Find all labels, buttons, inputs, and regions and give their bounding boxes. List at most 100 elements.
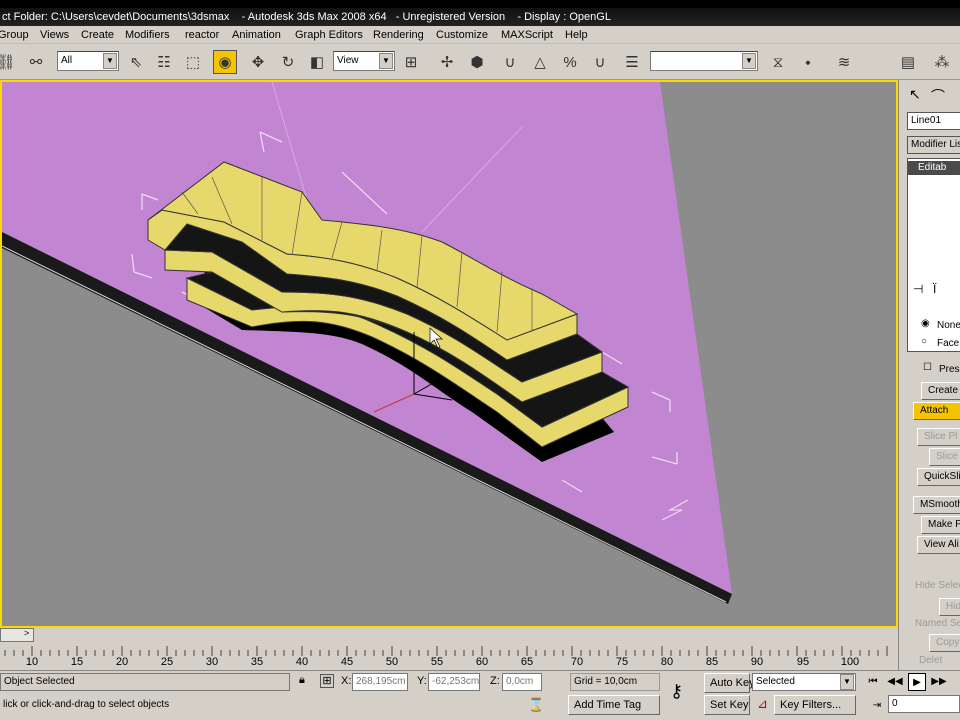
pivot-center-icon[interactable]: ⊞ bbox=[399, 50, 423, 74]
tick-label: 60 bbox=[475, 656, 489, 668]
rectangular-selection-icon[interactable]: ⬚ bbox=[181, 50, 205, 74]
copy-button[interactable]: Copy bbox=[929, 634, 960, 652]
curve-editor-icon[interactable]: ▤ bbox=[896, 50, 920, 74]
goto-start-icon[interactable]: ⏮ bbox=[864, 673, 882, 691]
menu-rendering[interactable]: Rendering bbox=[373, 28, 424, 42]
viewport-scene bbox=[2, 82, 732, 604]
select-manipulate-icon[interactable]: ✢ bbox=[435, 50, 459, 74]
attach-button[interactable]: Attach bbox=[913, 402, 960, 420]
set-key-button[interactable]: Set Key bbox=[704, 695, 750, 715]
main-toolbar: ⛓ ⚯ All ▼ ⇖ ☷ ⬚ ◉ ✥ ↻ ◧ View ▼ ⊞ ✢ ⬢ ∪ △… bbox=[0, 44, 960, 80]
quickslice-button[interactable]: QuickSli bbox=[917, 468, 960, 486]
slice-button[interactable]: Slice bbox=[929, 448, 960, 466]
angle-snap-icon[interactable]: △ bbox=[528, 50, 552, 74]
hide-button[interactable]: Hid bbox=[939, 598, 960, 616]
x-coordinate-field[interactable]: 268,195cm bbox=[352, 673, 408, 691]
link-icon[interactable]: ⛓ bbox=[0, 50, 18, 74]
command-panel: ↖ ⌒ Line01 Modifier Lis Editab ⊣ Ϊ ◉ Non… bbox=[898, 80, 960, 670]
current-frame-field[interactable]: 0 bbox=[888, 695, 960, 713]
menu-customize[interactable]: Customize bbox=[436, 28, 488, 42]
auto-key-button[interactable]: Auto Key bbox=[704, 673, 755, 693]
stack-item-editable-poly[interactable]: Editab bbox=[908, 161, 960, 175]
select-and-rotate-icon[interactable]: ↻ bbox=[276, 50, 300, 74]
track-bar[interactable]: 10 15 20 25 30 35 40 45 50 55 60 65 70 7… bbox=[0, 644, 898, 670]
lock-selection-icon[interactable]: 🔒︎ bbox=[299, 674, 305, 687]
material-editor-icon[interactable]: ⁂ bbox=[930, 50, 954, 74]
z-coordinate-field[interactable]: 0,0cm bbox=[502, 673, 542, 691]
key-mode-icon[interactable]: ⇥ bbox=[868, 697, 886, 715]
x-label: X: bbox=[341, 675, 352, 687]
reference-coordinate-dropdown[interactable]: View ▼ bbox=[333, 51, 395, 71]
select-by-name-icon[interactable]: ☷ bbox=[152, 50, 176, 74]
radio-face-icon[interactable]: ○ bbox=[921, 336, 927, 347]
create-tab-icon[interactable]: ↖ bbox=[909, 86, 921, 103]
hide-selected-label[interactable]: Hide Selec bbox=[915, 580, 960, 591]
chevron-down-icon: ▼ bbox=[840, 674, 854, 690]
key-mode-dropdown[interactable]: Selected ▼ bbox=[752, 673, 856, 691]
key-mode-toggle-icon[interactable]: ⊿ bbox=[757, 696, 768, 712]
tick-label: 20 bbox=[115, 656, 129, 668]
create-button[interactable]: Create bbox=[921, 382, 960, 400]
modify-tab-icon[interactable]: ⌒ bbox=[931, 86, 945, 106]
keyboard-shortcut-override-icon[interactable]: ⬢ bbox=[465, 50, 489, 74]
show-end-result-icon[interactable]: Ϊ bbox=[933, 282, 936, 296]
menu-views[interactable]: Views bbox=[40, 28, 69, 42]
select-object-icon[interactable]: ⇖ bbox=[124, 50, 148, 74]
percent-snap-icon[interactable]: % bbox=[558, 50, 582, 74]
y-label: Y: bbox=[417, 675, 427, 687]
radio-none-icon[interactable]: ◉ bbox=[921, 318, 930, 329]
y-coordinate-field[interactable]: -62,253cm bbox=[428, 673, 480, 691]
menu-help[interactable]: Help bbox=[565, 28, 588, 42]
make-planar-button[interactable]: Make Pl bbox=[921, 516, 960, 534]
key-icon[interactable]: ⚷ bbox=[670, 681, 683, 702]
selection-filter-dropdown[interactable]: All ▼ bbox=[57, 51, 119, 71]
named-selection-dropdown[interactable]: ▼ bbox=[650, 51, 758, 71]
previous-frame-icon[interactable]: ◀︎◀︎ bbox=[886, 673, 904, 691]
add-time-tag-button[interactable]: Add Time Tag bbox=[568, 695, 660, 715]
menu-graph-editors[interactable]: Graph Editors bbox=[295, 28, 363, 42]
tick-label: 35 bbox=[250, 656, 264, 668]
time-tag-icon[interactable]: ⌛ bbox=[528, 697, 544, 713]
object-name-field[interactable]: Line01 bbox=[907, 112, 960, 130]
snaps-toggle-icon[interactable]: ∪ bbox=[498, 50, 522, 74]
window-crossing-icon[interactable]: ◉ bbox=[213, 50, 237, 74]
grid-spacing: Grid = 10,0cm bbox=[570, 673, 660, 691]
play-icon[interactable]: ▶︎ bbox=[908, 673, 926, 691]
select-and-move-icon[interactable]: ✥ bbox=[246, 50, 270, 74]
next-frame-icon[interactable]: ▶︎▶︎ bbox=[930, 673, 948, 691]
align-icon[interactable]: ⬩ bbox=[796, 50, 820, 74]
radio-none-label: None bbox=[937, 320, 960, 331]
layer-manager-icon[interactable]: ≋ bbox=[832, 50, 856, 74]
menu-reactor[interactable]: reactor bbox=[185, 28, 219, 42]
select-and-scale-icon[interactable]: ◧ bbox=[305, 50, 329, 74]
menu-maxscript[interactable]: MAXScript bbox=[501, 28, 553, 42]
menu-animation[interactable]: Animation bbox=[232, 28, 281, 42]
key-filters-button[interactable]: Key Filters... bbox=[774, 695, 856, 715]
tick-label: 25 bbox=[160, 656, 174, 668]
tick-label: 40 bbox=[295, 656, 309, 668]
title-bar: ct Folder: C:\Users\cevdet\Documents\3ds… bbox=[0, 0, 960, 26]
msmooth-button[interactable]: MSmooth bbox=[913, 496, 960, 514]
window-title: ct Folder: C:\Users\cevdet\Documents\3ds… bbox=[0, 8, 960, 26]
menu-create[interactable]: Create bbox=[81, 28, 114, 42]
menu-group[interactable]: Group bbox=[0, 28, 29, 42]
perspective-viewport[interactable] bbox=[0, 80, 898, 628]
bind-space-warp-icon[interactable]: ⚯ bbox=[24, 50, 48, 74]
next-frame-arrow-icon[interactable]: > bbox=[24, 628, 29, 638]
pin-stack-icon[interactable]: ⊣ bbox=[913, 282, 923, 296]
mirror-icon[interactable]: ⧖ bbox=[766, 50, 790, 74]
spinner-snap-icon[interactable]: ∪ bbox=[588, 50, 612, 74]
tick-label: 90 bbox=[750, 656, 764, 668]
absolute-mode-icon[interactable]: ⊞ bbox=[320, 674, 334, 688]
edit-named-selection-icon[interactable]: ☰ bbox=[620, 50, 644, 74]
modifier-list-dropdown[interactable]: Modifier Lis bbox=[907, 136, 960, 154]
tick-label: 45 bbox=[340, 656, 354, 668]
prompt-line: lick or click-and-drag to select objects bbox=[0, 697, 520, 715]
named-selections-label: Named Se bbox=[915, 618, 960, 629]
key-mode-value: Selected bbox=[756, 676, 795, 687]
menu-modifiers[interactable]: Modifiers bbox=[125, 28, 170, 42]
checkbox-preserve-icon[interactable]: ☐ bbox=[923, 362, 932, 373]
view-align-button[interactable]: View Ali bbox=[917, 536, 960, 554]
status-bar: Object Selected lick or click-and-drag t… bbox=[0, 670, 960, 720]
slice-plane-button[interactable]: Slice Pl bbox=[917, 428, 960, 446]
